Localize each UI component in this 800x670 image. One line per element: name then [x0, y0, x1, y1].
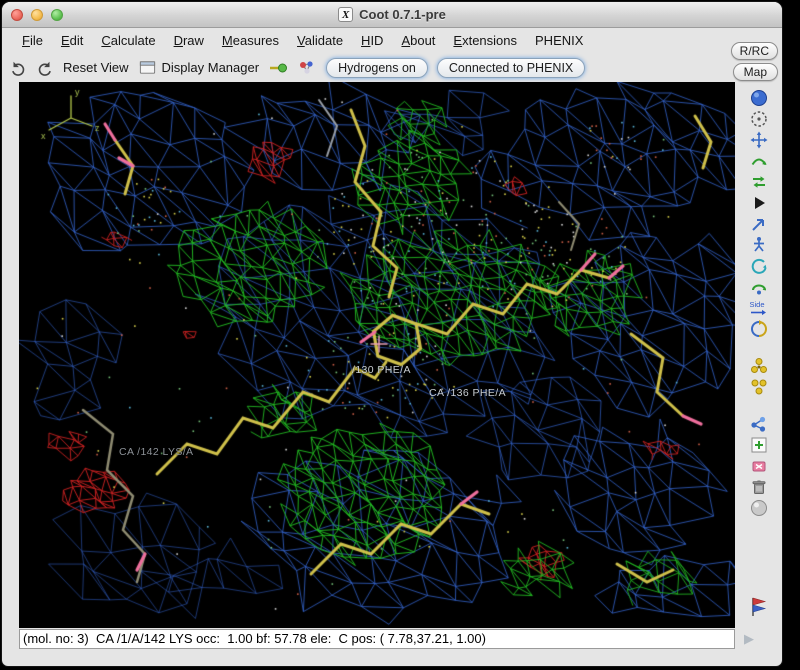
menu-file[interactable]: File	[14, 30, 51, 51]
menu-bar: File Edit Calculate Draw Measures Valida…	[2, 28, 782, 53]
hydrogens-toggle-button[interactable]: Hydrogens on	[326, 58, 428, 78]
display-manager-label: Display Manager	[162, 60, 260, 75]
menu-extensions[interactable]: Extensions	[445, 30, 525, 51]
flip-peptide-icon[interactable]	[746, 276, 772, 297]
status-bar: (mol. no: 3) CA /1/A/142 LYS occ: 1.00 b…	[19, 629, 735, 649]
menu-edit[interactable]: Edit	[53, 30, 91, 51]
rotamers-icon[interactable]	[746, 213, 772, 234]
display-manager-icon	[138, 58, 157, 77]
zoom-button[interactable]	[51, 9, 63, 21]
regularize-zone-icon[interactable]	[746, 108, 772, 129]
menu-validate[interactable]: Validate	[289, 30, 351, 51]
menu-about[interactable]: About	[393, 30, 443, 51]
mutate-icon[interactable]	[746, 594, 772, 620]
add-atom-icon[interactable]	[746, 434, 772, 455]
go-to-atom-icon[interactable]	[268, 58, 288, 78]
window-title: Coot 0.7.1-pre	[359, 7, 446, 22]
viewport: /130 PHE/A CA /136 PHE/A CA /142 LYS/A	[19, 82, 735, 628]
add-terminal-residue-icon[interactable]	[746, 355, 772, 376]
expander-icon[interactable]: ▶	[744, 631, 754, 647]
undo-sphere-icon[interactable]	[746, 497, 772, 518]
connected-to-phenix-button[interactable]: Connected to PHENIX	[437, 58, 585, 78]
menu-measures[interactable]: Measures	[214, 30, 287, 51]
menu-hid[interactable]: HID	[353, 30, 391, 51]
add-alt-conf-icon[interactable]	[746, 376, 772, 397]
menu-draw[interactable]: Draw	[166, 30, 212, 51]
reset-view-button[interactable]: Reset View	[63, 60, 129, 75]
reset-view-label: Reset View	[63, 60, 129, 75]
place-atom-icon[interactable]	[746, 413, 772, 434]
window-controls	[11, 9, 63, 21]
redo-icon[interactable]	[36, 59, 54, 77]
auto-fit-rotamer-icon[interactable]	[746, 192, 772, 213]
map-button[interactable]: Map	[733, 63, 778, 81]
status-row: (mol. no: 3) CA /1/A/142 LYS occ: 1.00 b…	[2, 628, 782, 649]
go-to-ligand-icon[interactable]	[297, 58, 317, 78]
jed-flip-icon[interactable]	[746, 318, 772, 339]
delete-item-icon[interactable]	[746, 476, 772, 497]
fixed-atoms-icon[interactable]	[746, 129, 772, 150]
display-manager-button[interactable]: Display Manager	[138, 58, 260, 77]
edit-chi-angles-icon[interactable]	[746, 234, 772, 255]
rigid-body-fit-icon[interactable]	[746, 150, 772, 171]
gl-canvas[interactable]	[19, 82, 735, 628]
side-chain-180-icon[interactable]: Side	[746, 297, 772, 318]
undo-icon[interactable]	[9, 59, 27, 77]
real-space-refine-icon[interactable]	[746, 87, 772, 108]
right-toolbar: Side	[735, 82, 782, 628]
main-content: /130 PHE/A CA /136 PHE/A CA /142 LYS/A S…	[2, 82, 782, 628]
r-rc-button[interactable]: R/RC	[731, 42, 778, 60]
minimize-button[interactable]	[31, 9, 43, 21]
torsion-general-icon[interactable]	[746, 255, 772, 276]
window-title-group: X Coot 0.7.1-pre	[338, 7, 446, 22]
close-button[interactable]	[11, 9, 23, 21]
menu-phenix[interactable]: PHENIX	[527, 30, 591, 51]
x11-icon: X	[338, 7, 353, 22]
side-icon-label: Side	[749, 300, 764, 309]
left-gutter	[2, 82, 19, 628]
rotate-translate-icon[interactable]	[746, 171, 772, 192]
toolbar: Reset View Display Manager Hydrogens on …	[2, 53, 782, 82]
coot-window: X Coot 0.7.1-pre File Edit Calculate Dra…	[2, 2, 782, 666]
clear-pending-icon[interactable]	[746, 455, 772, 476]
menu-calculate[interactable]: Calculate	[93, 30, 163, 51]
title-bar: X Coot 0.7.1-pre	[2, 2, 782, 28]
